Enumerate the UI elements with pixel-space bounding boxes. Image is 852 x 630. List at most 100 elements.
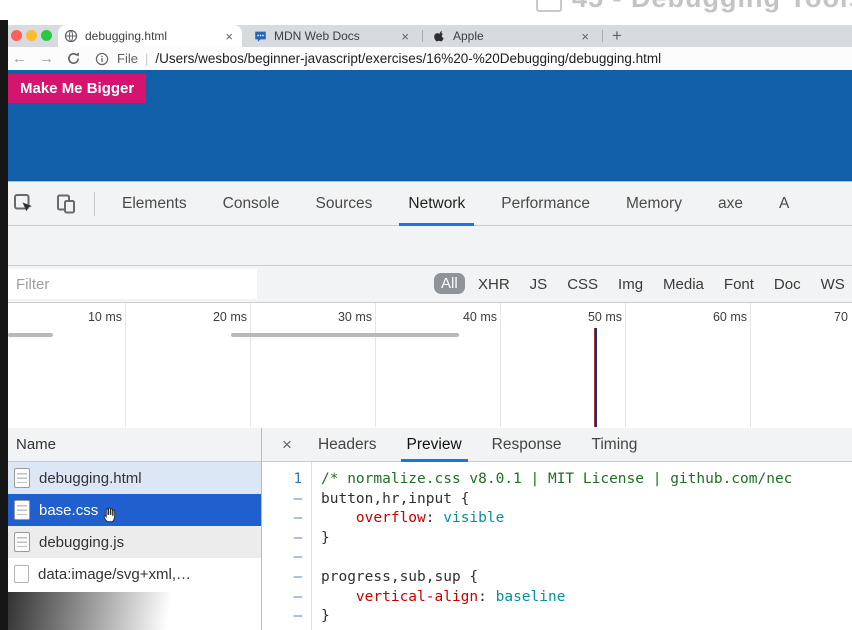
apple-favicon-icon bbox=[434, 30, 446, 43]
requests-name-header[interactable]: Name bbox=[8, 428, 262, 462]
timeline-tick-label: 10 ms bbox=[42, 310, 122, 324]
document-icon bbox=[14, 468, 30, 488]
line-marker: – bbox=[262, 568, 311, 588]
tab-separator bbox=[602, 30, 603, 42]
url-text[interactable]: /Users/wesbos/beginner-javascript/exerci… bbox=[155, 51, 661, 66]
code-text: } bbox=[321, 608, 330, 624]
browser-address-bar: ← → File | /Users/wesbos/beginner-javasc… bbox=[0, 47, 852, 71]
filter-type-ws[interactable]: WS bbox=[821, 276, 845, 293]
url-divider: | bbox=[145, 51, 148, 66]
window-minimize-button[interactable] bbox=[26, 30, 37, 41]
code-text: : bbox=[478, 589, 495, 605]
document-icon bbox=[14, 500, 30, 520]
desktop-title-strip: 45 - Debugging Tools bbox=[0, 0, 852, 25]
inspect-element-icon[interactable] bbox=[13, 193, 35, 215]
timeline-tick-label: 40 ms bbox=[417, 310, 497, 324]
filter-type-all[interactable]: All bbox=[434, 273, 465, 294]
tab-close-icon[interactable]: × bbox=[398, 30, 412, 43]
window-zoom-button[interactable] bbox=[41, 30, 52, 41]
timeline-resource-bar bbox=[231, 333, 459, 337]
back-icon[interactable]: ← bbox=[12, 51, 27, 66]
mouse-cursor-icon bbox=[102, 506, 116, 523]
video-edge bbox=[0, 20, 8, 630]
tab-title: MDN Web Docs bbox=[274, 29, 398, 43]
request-row-debugging-js[interactable]: debugging.js bbox=[8, 526, 261, 558]
filter-type-media[interactable]: Media bbox=[663, 276, 704, 293]
css-value: baseline bbox=[496, 589, 566, 605]
timeline-gridline bbox=[625, 303, 626, 427]
mdn-favicon-icon bbox=[254, 30, 267, 43]
make-me-bigger-button[interactable]: Make Me Bigger bbox=[8, 74, 146, 103]
browser-tab-strip: debugging.html × MDN Web Docs × Apple × … bbox=[0, 25, 852, 48]
filter-input[interactable] bbox=[8, 269, 257, 299]
video-corner-shadow bbox=[8, 592, 213, 630]
new-tab-button[interactable]: + bbox=[608, 26, 626, 46]
document-icon bbox=[14, 532, 30, 552]
tab-close-icon[interactable]: × bbox=[222, 30, 236, 43]
code-indent bbox=[321, 510, 356, 526]
line-marker: – bbox=[262, 607, 311, 627]
timeline-gridline bbox=[125, 303, 126, 427]
timeline-resource-bar bbox=[8, 333, 53, 337]
page-content: Make Me Bigger bbox=[0, 70, 852, 181]
timeline-gridline bbox=[375, 303, 376, 427]
timeline-tick-label: 30 ms bbox=[292, 310, 372, 324]
detail-tab-preview[interactable]: Preview bbox=[407, 428, 462, 462]
line-marker: – bbox=[262, 529, 311, 549]
load-event-line bbox=[594, 328, 597, 427]
code-indent bbox=[321, 589, 356, 605]
close-icon[interactable]: × bbox=[282, 435, 292, 455]
tab-title: debugging.html bbox=[85, 29, 222, 43]
line-marker: – bbox=[262, 548, 311, 568]
line-marker: – bbox=[262, 509, 311, 529]
devtools-tab-performance[interactable]: Performance bbox=[501, 182, 590, 226]
code-lines: /* normalize.css v8.0.1 | MIT License | … bbox=[313, 462, 852, 630]
tab-close-icon[interactable]: × bbox=[578, 30, 592, 43]
device-toolbar-icon[interactable] bbox=[55, 193, 77, 215]
filter-type-img[interactable]: Img bbox=[618, 276, 643, 293]
line-marker: – bbox=[262, 490, 311, 510]
detail-tab-timing[interactable]: Timing bbox=[591, 428, 637, 462]
browser-tab-apple[interactable]: Apple × bbox=[428, 25, 598, 47]
code-text: progress,sub,sup { bbox=[321, 569, 478, 585]
reload-icon[interactable] bbox=[66, 51, 81, 66]
css-value: visible bbox=[443, 510, 504, 526]
request-row-data-svg[interactable]: data:image/svg+xml,… bbox=[8, 558, 261, 590]
devtools-tab-memory[interactable]: Memory bbox=[626, 182, 682, 226]
devtools-tab-console[interactable]: Console bbox=[223, 182, 280, 226]
browser-tab-mdn[interactable]: MDN Web Docs × bbox=[248, 25, 418, 47]
preview-code-pane[interactable]: 1 – – – – – – – /* normalize.css v8.0.1 … bbox=[262, 462, 852, 630]
request-row-base-css[interactable]: base.css bbox=[8, 494, 261, 526]
devtools-tab-axe[interactable]: axe bbox=[718, 182, 743, 226]
devtools-tab-elements[interactable]: Elements bbox=[122, 182, 187, 226]
code-text: button,hr,input { bbox=[321, 491, 469, 507]
filter-type-font[interactable]: Font bbox=[724, 276, 754, 293]
request-row-debugging-html[interactable]: debugging.html bbox=[8, 462, 261, 494]
browser-tab-debugging[interactable]: debugging.html × bbox=[58, 25, 242, 47]
forward-icon[interactable]: → bbox=[39, 51, 54, 66]
code-comment: /* normalize.css v8.0.1 | MIT License | … bbox=[321, 471, 792, 487]
window-close-button[interactable] bbox=[11, 30, 22, 41]
devtools-tab-sources[interactable]: Sources bbox=[316, 182, 373, 226]
timeline-tick-label: 70 bbox=[834, 310, 852, 324]
detail-tab-headers[interactable]: Headers bbox=[318, 428, 377, 462]
devtools-tab-network[interactable]: Network bbox=[408, 182, 465, 226]
timeline-tick-label: 50 ms bbox=[542, 310, 622, 324]
network-toolbar: Preserve log ✓ Disable cache Online ▼ bbox=[0, 226, 852, 266]
name-header-label: Name bbox=[16, 436, 56, 453]
filter-type-xhr[interactable]: XHR bbox=[478, 276, 510, 293]
filter-type-js[interactable]: JS bbox=[530, 276, 548, 293]
toolbar-separator bbox=[94, 192, 95, 216]
filter-type-css[interactable]: CSS bbox=[567, 276, 598, 293]
devtools-tab-clipped[interactable]: A bbox=[779, 182, 789, 226]
tab-title: Apple bbox=[453, 29, 578, 43]
line-number: 1 bbox=[262, 470, 311, 490]
filter-type-doc[interactable]: Doc bbox=[774, 276, 801, 293]
css-property: vertical-align bbox=[356, 589, 478, 605]
info-icon[interactable] bbox=[95, 52, 109, 66]
window-icon bbox=[536, 0, 562, 12]
detail-tab-response[interactable]: Response bbox=[492, 428, 562, 462]
devtools-tab-bar: Elements Console Sources Network Perform… bbox=[0, 181, 852, 226]
file-icon bbox=[14, 565, 29, 583]
timeline-gridline bbox=[250, 303, 251, 427]
